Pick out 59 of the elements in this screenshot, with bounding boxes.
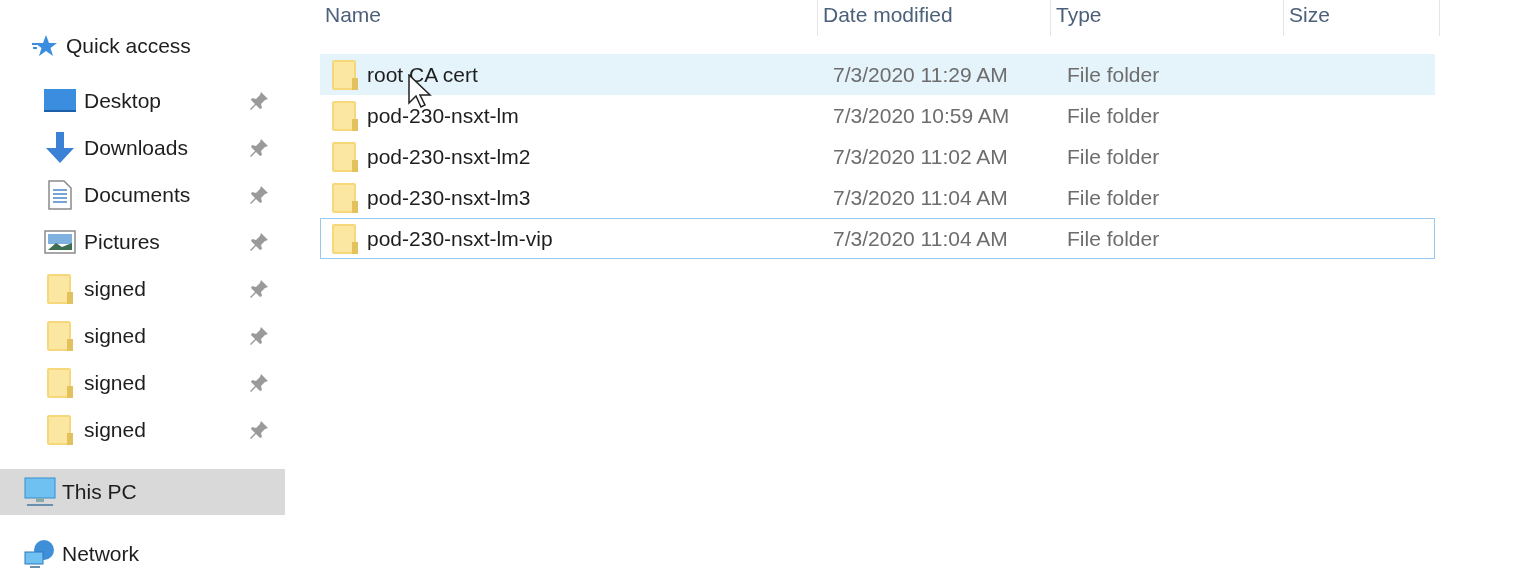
nav-item-label[interactable]: Downloads [84, 131, 249, 164]
column-header[interactable]: Type [1051, 0, 1284, 36]
nav-item-label: Network [62, 541, 140, 568]
date-cell-text: 7/3/2020 11:04 AM [833, 184, 1009, 211]
date-cell-text: 7/3/2020 11:29 AM [833, 61, 1009, 88]
nav-item-label[interactable]: Desktop [84, 84, 249, 117]
pin-icon[interactable] [249, 372, 269, 393]
pin-icon[interactable] [249, 184, 269, 205]
nav-item-label[interactable]: signed [84, 413, 249, 446]
folder-icon [332, 223, 358, 254]
type-cell-text: File folder [1067, 184, 1160, 211]
file-row[interactable]: pod-230-nsxt-lm2 7/3/2020 11:02 AM File folder [320, 136, 1435, 177]
column-header[interactable]: Name [320, 0, 818, 36]
date-cell-text: 7/3/2020 10:59 AM [833, 102, 1011, 129]
pin-icon[interactable] [249, 90, 269, 111]
pin-icon[interactable] [249, 278, 269, 299]
folder-icon [47, 273, 73, 304]
date-cell-text: 7/3/2020 11:04 AM [833, 225, 1009, 252]
nav-item[interactable]: Network [0, 531, 285, 577]
date-cell-text: 7/3/2020 11:02 AM [833, 143, 1009, 170]
type-cell-text: File folder [1067, 225, 1160, 252]
file-row[interactable]: pod-230-nsxt-lm3 7/3/2020 11:04 AM File folder [320, 177, 1435, 218]
folder-icon [47, 367, 73, 398]
column-header[interactable]: Size [1284, 0, 1440, 36]
network-icon [24, 539, 56, 569]
folder-icon [332, 59, 358, 90]
pin-icon[interactable] [249, 419, 269, 440]
type-cell-text: File folder [1067, 143, 1160, 170]
folder-icon [47, 320, 73, 351]
folder-icon [47, 414, 73, 445]
folder-icon [332, 100, 358, 131]
nav-item[interactable]: This PC [0, 469, 285, 515]
nav-item-label[interactable]: signed [84, 366, 249, 399]
nav-item[interactable]: Quick access [0, 30, 285, 62]
file-name: pod-230-nsxt-lm2 [367, 143, 531, 170]
star-icon [32, 34, 58, 58]
nav-item-label: This PC [62, 479, 137, 506]
computer-icon [24, 477, 56, 507]
file-name: pod-230-nsxt-lm [367, 102, 519, 129]
picture-icon [44, 229, 76, 254]
type-cell-text: File folder [1067, 61, 1160, 88]
document-icon [48, 179, 72, 210]
nav-item-label[interactable]: signed [84, 319, 249, 352]
monitor-icon [44, 87, 76, 114]
nav-item-label[interactable]: signed [84, 272, 249, 305]
file-name: pod-230-nsxt-lm-vip [367, 225, 553, 252]
pin-icon[interactable] [249, 137, 269, 158]
download-arrow-icon [44, 131, 76, 164]
file-name: pod-230-nsxt-lm3 [367, 184, 531, 211]
nav-item-label[interactable]: Documents [84, 178, 249, 211]
file-row[interactable]: pod-230-nsxt-lm 7/3/2020 10:59 AM File folder [320, 95, 1435, 136]
nav-item-label[interactable]: Pictures [84, 225, 249, 258]
file-row[interactable]: pod-230-nsxt-lm-vip 7/3/2020 11:04 AM File folder [320, 218, 1435, 259]
folder-icon [332, 141, 358, 172]
type-cell-text: File folder [1067, 102, 1160, 129]
pin-icon[interactable] [249, 325, 269, 346]
folder-icon [332, 182, 358, 213]
column-header[interactable]: Date modified [818, 0, 1051, 36]
pin-icon[interactable] [249, 231, 269, 252]
